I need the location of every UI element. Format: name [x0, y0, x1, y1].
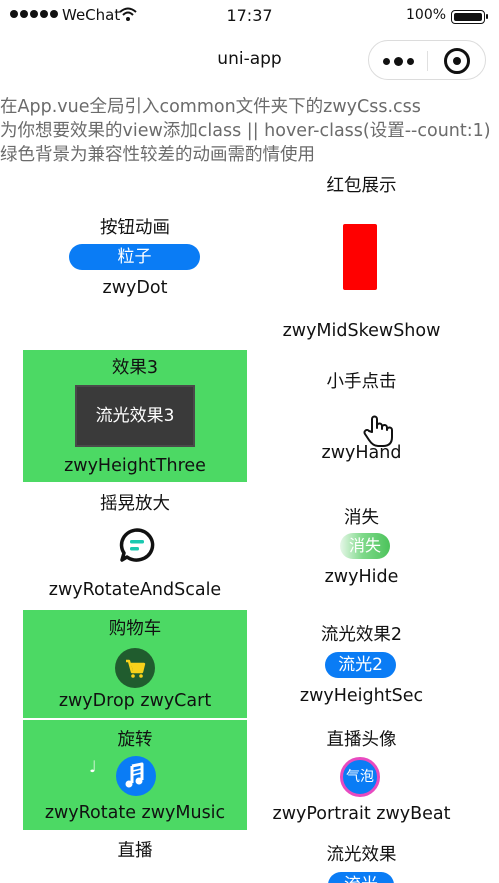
nav-bar: uni-app	[0, 32, 499, 88]
close-miniprogram-icon[interactable]	[444, 48, 470, 74]
intro-line: 绿色背景为兼容性较差的动画需酌情使用	[0, 145, 315, 165]
stream-button[interactable]: 流光	[328, 872, 394, 883]
card-class: zwyDot	[102, 278, 168, 298]
card-title: 旋转	[117, 730, 153, 750]
card-class: zwyHand	[321, 443, 402, 463]
battery-icon	[451, 10, 488, 24]
battery-percent: 100%	[406, 7, 447, 23]
card-title: 红包展示	[326, 176, 397, 196]
card-title: 效果3	[111, 358, 159, 378]
card-title: 消失	[344, 508, 379, 528]
stream2-button[interactable]: 流光2	[325, 652, 396, 678]
card-class: zwyRotateAndScale	[48, 580, 222, 600]
card-live: 直播	[23, 831, 247, 883]
intro-text: 在App.vue全局引入common文件夹下的zwyCss.css 为你想要效果…	[0, 95, 499, 167]
animation-grid: 红包展示 zwyMidSkewShow 按钮动画 zwyDot 粒子 效果3 z…	[23, 167, 474, 883]
status-bar: WeChat 17:37 100%	[0, 0, 499, 32]
card-class: zwyPortrait zwyBeat	[272, 804, 451, 824]
hand-pointer-icon[interactable]	[363, 415, 393, 447]
cart-button[interactable]	[115, 648, 155, 688]
intro-line: 为你想要效果的view添加class || hover-class(设置--co…	[0, 121, 491, 141]
card-class: zwyHide	[324, 567, 399, 587]
music-button[interactable]	[116, 756, 156, 796]
card-title: 按钮动画	[100, 218, 170, 238]
cart-icon	[126, 659, 146, 678]
card-title: 购物车	[108, 619, 162, 639]
card-hand: 小手点击 zwyHand	[249, 350, 474, 482]
card-class: zwyRotate zwyMusic	[44, 803, 226, 823]
intro-line: 在App.vue全局引入common文件夹下的zwyCss.css	[0, 97, 421, 117]
card-title: 直播头像	[326, 730, 397, 750]
music-note-icon: ♩	[89, 757, 97, 776]
card-class: zwyHeightSec	[299, 686, 424, 706]
music-icon	[125, 762, 144, 788]
chat-bubble-icon[interactable]	[118, 527, 156, 563]
more-icon[interactable]	[380, 51, 416, 71]
avatar-bubble[interactable]: 气泡	[340, 757, 380, 797]
card-class: zwyHeightThree	[64, 456, 206, 476]
capsule-menu	[368, 40, 486, 80]
streamer3-button[interactable]: 流光效果3	[75, 385, 195, 447]
card-title: 摇晃放大	[100, 494, 170, 514]
particle-button[interactable]: 粒子	[69, 244, 200, 270]
card-class: zwyDrop zwyCart	[58, 691, 212, 711]
card-title: 小手点击	[326, 372, 397, 392]
card-title: 流光效果2	[320, 625, 403, 645]
hide-button[interactable]: 消失	[340, 533, 390, 559]
card-class: zwyMidSkewShow	[282, 321, 441, 341]
card-title: 直播	[117, 841, 153, 861]
card-title: 流光效果	[326, 845, 397, 865]
red-envelope[interactable]	[343, 224, 377, 290]
